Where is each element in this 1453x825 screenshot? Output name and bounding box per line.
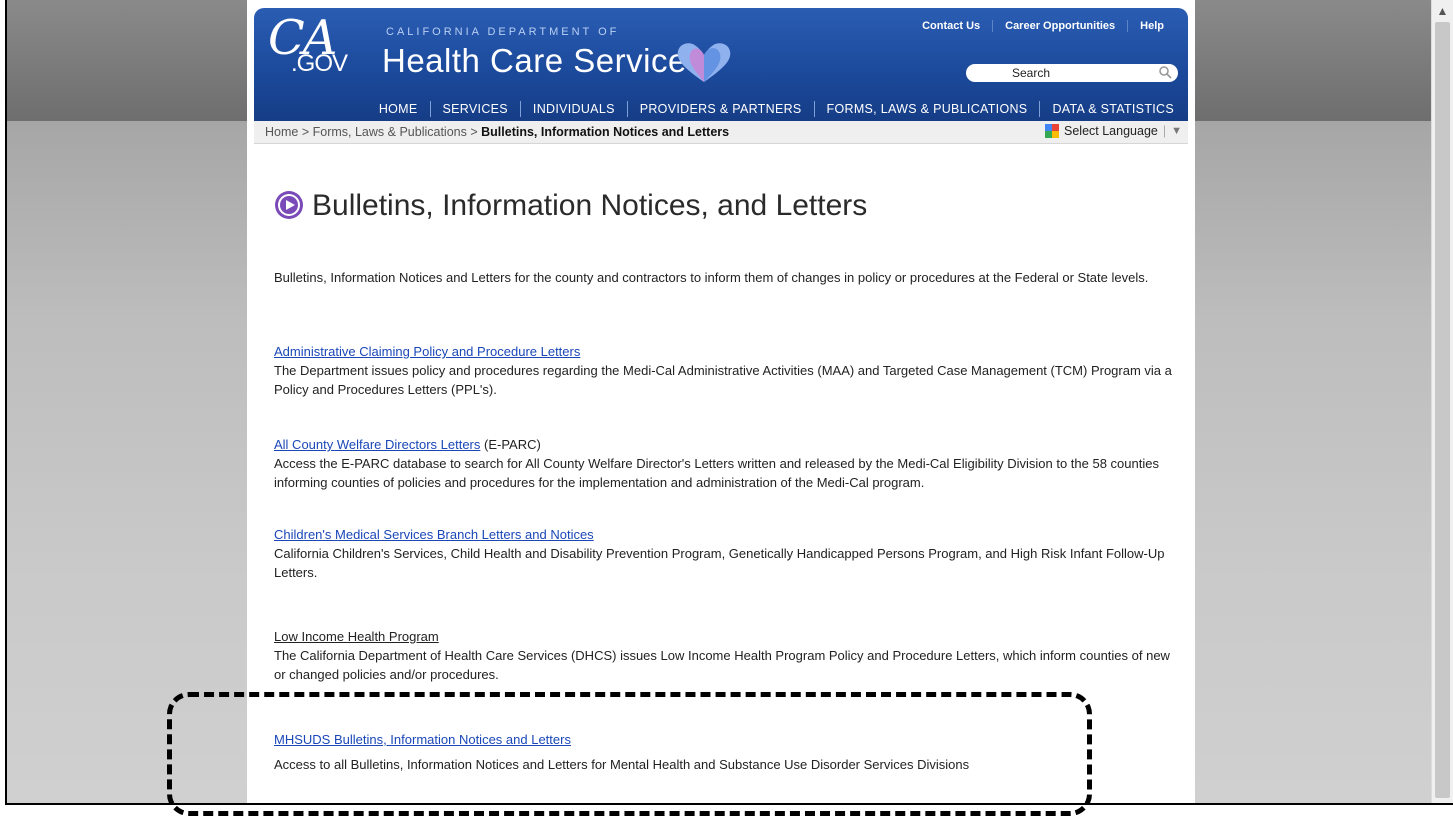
department-name[interactable]: Health Care Services <box>382 42 704 80</box>
title-row: Bulletins, Information Notices, and Lett… <box>274 190 867 220</box>
select-language-widget[interactable]: Select Language | ▼ <box>1045 124 1182 138</box>
section-description: California Children's Services, Child He… <box>274 546 1165 580</box>
nav-forms-laws-publications[interactable]: FORMS, LAWS & PUBLICATIONS <box>813 100 1040 117</box>
main-nav: HOME SERVICES INDIVIDUALS PROVIDERS & PA… <box>254 96 1188 121</box>
section-description: Access the E-PARC database to search for… <box>274 456 1159 490</box>
section-description: The Department issues policy and procedu… <box>274 363 1172 397</box>
search-icon[interactable] <box>1158 65 1172 79</box>
nav-individuals[interactable]: INDIVIDUALS <box>519 100 627 117</box>
select-language-label: Select Language <box>1064 124 1158 138</box>
section-description: Access to all Bulletins, Information Not… <box>274 757 970 772</box>
section-admin-claiming: Administrative Claiming Policy and Proce… <box>274 342 1174 399</box>
breadcrumb-home[interactable]: Home <box>265 125 298 139</box>
frame-bottom-border <box>7 803 1453 805</box>
browser-viewport: CA .GOV CALIFORNIA DEPARTMENT OF Health … <box>7 0 1431 803</box>
site-header: CA .GOV CALIFORNIA DEPARTMENT OF Health … <box>254 8 1188 121</box>
help-link[interactable]: Help <box>1127 20 1176 32</box>
page-title: Bulletins, Information Notices, and Lett… <box>312 188 868 222</box>
google-translate-icon <box>1045 124 1060 138</box>
intro-paragraph: Bulletins, Information Notices and Lette… <box>274 270 1149 285</box>
dropdown-arrow-icon: ▼ <box>1171 125 1182 137</box>
ca-gov-logo-sub: .GOV <box>291 50 348 77</box>
heart-logo-icon <box>677 43 731 82</box>
contact-us-link[interactable]: Contact Us <box>910 20 992 32</box>
mhsuds-link[interactable]: MHSUDS Bulletins, Information Notices an… <box>274 732 571 747</box>
vertical-scrollbar[interactable]: ▲ <box>1431 0 1453 803</box>
divider: | <box>1162 124 1167 138</box>
section-lihp: Low Income Health Program The California… <box>274 627 1174 684</box>
nav-home[interactable]: HOME <box>367 101 430 117</box>
scroll-up-icon[interactable]: ▲ <box>1435 4 1450 19</box>
nav-services[interactable]: SERVICES <box>429 100 520 117</box>
acwdl-link[interactable]: All County Welfare Directors Letters <box>274 437 480 452</box>
breadcrumb: Home > Forms, Laws & Publications > Bull… <box>265 125 729 139</box>
lihp-link[interactable]: Low Income Health Program <box>274 629 439 644</box>
admin-claiming-link[interactable]: Administrative Claiming Policy and Proce… <box>274 344 580 359</box>
nav-data-statistics[interactable]: DATA & STATISTICS <box>1039 100 1188 117</box>
page-container: CA .GOV CALIFORNIA DEPARTMENT OF Health … <box>247 0 1195 803</box>
scroll-thumb[interactable] <box>1435 22 1450 798</box>
department-line: CALIFORNIA DEPARTMENT OF <box>386 26 620 38</box>
cms-branch-link[interactable]: Children's Medical Services Branch Lette… <box>274 527 594 542</box>
breadcrumb-bar: Home > Forms, Laws & Publications > Bull… <box>254 121 1188 144</box>
section-cms-branch: Children's Medical Services Branch Lette… <box>274 525 1174 582</box>
play-circle-icon <box>275 191 303 219</box>
breadcrumb-parent[interactable]: Forms, Laws & Publications <box>313 125 467 139</box>
acwdl-suffix: (E-PARC) <box>480 437 541 452</box>
search-placeholder: Search <box>1012 66 1051 80</box>
utility-links: Contact Us Career Opportunities Help <box>910 20 1176 32</box>
section-description: The California Department of Health Care… <box>274 648 1170 682</box>
section-acwdl: All County Welfare Directors Letters (E-… <box>274 435 1174 492</box>
breadcrumb-separator: > <box>301 125 310 139</box>
breadcrumb-separator: > <box>470 125 478 139</box>
section-mhsuds: MHSUDS Bulletins, Information Notices an… <box>274 730 1174 774</box>
breadcrumb-current: Bulletins, Information Notices and Lette… <box>481 125 730 139</box>
nav-providers-partners[interactable]: PROVIDERS & PARTNERS <box>626 100 814 117</box>
career-opportunities-link[interactable]: Career Opportunities <box>992 20 1127 32</box>
search-input[interactable]: Search <box>966 64 1178 82</box>
